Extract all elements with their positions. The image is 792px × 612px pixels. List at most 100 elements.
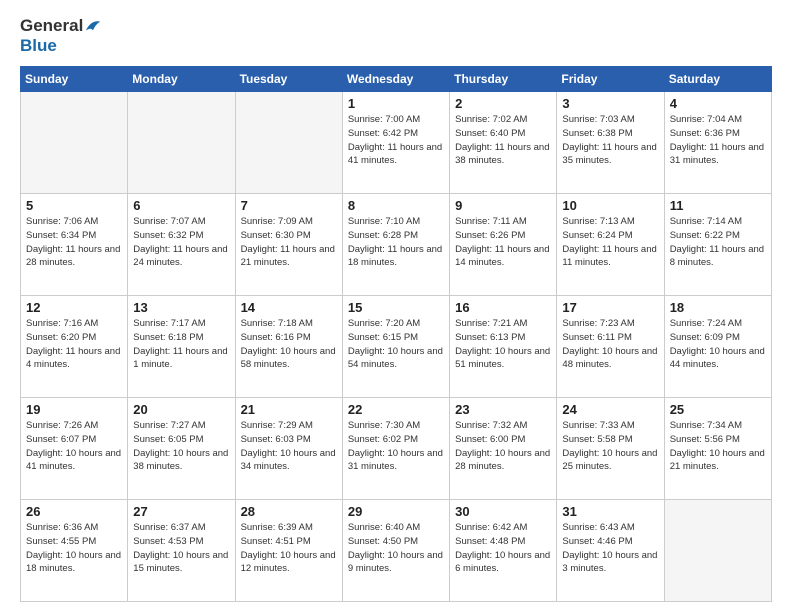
logo-blue-text: Blue bbox=[20, 36, 57, 55]
day-number: 28 bbox=[241, 504, 337, 519]
day-info: Sunrise: 7:21 AMSunset: 6:13 PMDaylight:… bbox=[455, 317, 551, 372]
day-number: 20 bbox=[133, 402, 229, 417]
day-number: 10 bbox=[562, 198, 658, 213]
day-number: 16 bbox=[455, 300, 551, 315]
day-number: 31 bbox=[562, 504, 658, 519]
calendar-header-row: SundayMondayTuesdayWednesdayThursdayFrid… bbox=[21, 67, 772, 92]
calendar-cell: 24Sunrise: 7:33 AMSunset: 5:58 PMDayligh… bbox=[557, 398, 664, 500]
weekday-header-monday: Monday bbox=[128, 67, 235, 92]
calendar-cell: 30 Sunrise: 6:42 AMSunset: 4:48 PMDayligh… bbox=[450, 500, 557, 602]
day-number: 9 bbox=[455, 198, 551, 213]
calendar-cell: 6 Sunrise: 7:07 AMSunset: 6:32 PMDaylight… bbox=[128, 194, 235, 296]
calendar-cell: 3 Sunrise: 7:03 AMSunset: 6:38 PMDaylight… bbox=[557, 92, 664, 194]
day-number: 15 bbox=[348, 300, 444, 315]
calendar-cell: 9 Sunrise: 7:11 AMSunset: 6:26 PMDaylight… bbox=[450, 194, 557, 296]
calendar-cell: 29 Sunrise: 6:40 AMSunset: 4:50 PMDayligh… bbox=[342, 500, 449, 602]
logo-bird-icon bbox=[84, 17, 102, 35]
day-number: 12 bbox=[26, 300, 122, 315]
day-info: Sunrise: 7:29 AMSunset: 6:03 PMDaylight:… bbox=[241, 419, 337, 474]
day-number: 25 bbox=[670, 402, 766, 417]
weekday-header-tuesday: Tuesday bbox=[235, 67, 342, 92]
day-number: 29 bbox=[348, 504, 444, 519]
day-info: Sunrise: 7:23 AMSunset: 6:11 PMDaylight:… bbox=[562, 317, 658, 372]
day-info: Sunrise: 7:30 AMSunset: 6:02 PMDaylight:… bbox=[348, 419, 444, 474]
day-info: Sunrise: 7:27 AMSunset: 6:05 PMDaylight:… bbox=[133, 419, 229, 474]
day-number: 6 bbox=[133, 198, 229, 213]
day-info: Sunrise: 7:26 AMSunset: 6:07 PMDaylight:… bbox=[26, 419, 122, 474]
day-number: 21 bbox=[241, 402, 337, 417]
weekday-header-wednesday: Wednesday bbox=[342, 67, 449, 92]
day-number: 17 bbox=[562, 300, 658, 315]
day-number: 4 bbox=[670, 96, 766, 111]
day-info: Sunrise: 7:14 AMSunset: 6:22 PMDaylight:… bbox=[670, 215, 766, 270]
calendar-cell: 4 Sunrise: 7:04 AMSunset: 6:36 PMDaylight… bbox=[664, 92, 771, 194]
day-info: Sunrise: 6:40 AMSunset: 4:50 PMDaylight:… bbox=[348, 521, 444, 576]
day-info: Sunrise: 7:02 AMSunset: 6:40 PMDaylight:… bbox=[455, 113, 551, 168]
calendar-cell: 20 Sunrise: 7:27 AMSunset: 6:05 PMDayligh… bbox=[128, 398, 235, 500]
calendar-cell: 25 Sunrise: 7:34 AMSunset: 5:56 PMDayligh… bbox=[664, 398, 771, 500]
day-info: Sunrise: 6:36 AMSunset: 4:55 PMDaylight:… bbox=[26, 521, 122, 576]
day-info: Sunrise: 7:18 AMSunset: 6:16 PMDaylight:… bbox=[241, 317, 337, 372]
weekday-header-sunday: Sunday bbox=[21, 67, 128, 92]
day-info: Sunrise: 7:07 AMSunset: 6:32 PMDaylight:… bbox=[133, 215, 229, 270]
day-number: 26 bbox=[26, 504, 122, 519]
calendar-cell: 11Sunrise: 7:14 AMSunset: 6:22 PMDayligh… bbox=[664, 194, 771, 296]
day-number: 18 bbox=[670, 300, 766, 315]
calendar-cell: 18 Sunrise: 7:24 AMSunset: 6:09 PMDayligh… bbox=[664, 296, 771, 398]
day-number: 5 bbox=[26, 198, 122, 213]
day-info: Sunrise: 7:06 AMSunset: 6:34 PMDaylight:… bbox=[26, 215, 122, 270]
week-row-5: 26 Sunrise: 6:36 AMSunset: 4:55 PMDayligh… bbox=[21, 500, 772, 602]
calendar-cell: 26 Sunrise: 6:36 AMSunset: 4:55 PMDayligh… bbox=[21, 500, 128, 602]
logo: General Blue bbox=[20, 16, 102, 56]
day-number: 22 bbox=[348, 402, 444, 417]
calendar-cell: 5 Sunrise: 7:06 AMSunset: 6:34 PMDaylight… bbox=[21, 194, 128, 296]
calendar-table: SundayMondayTuesdayWednesdayThursdayFrid… bbox=[20, 66, 772, 602]
day-number: 2 bbox=[455, 96, 551, 111]
day-info: Sunrise: 6:43 AMSunset: 4:46 PMDaylight:… bbox=[562, 521, 658, 576]
day-info: Sunrise: 6:42 AMSunset: 4:48 PMDaylight:… bbox=[455, 521, 551, 576]
day-info: Sunrise: 7:10 AMSunset: 6:28 PMDaylight:… bbox=[348, 215, 444, 270]
calendar-cell: 28Sunrise: 6:39 AMSunset: 4:51 PMDayligh… bbox=[235, 500, 342, 602]
day-info: Sunrise: 7:04 AMSunset: 6:36 PMDaylight:… bbox=[670, 113, 766, 168]
calendar-cell: 19 Sunrise: 7:26 AMSunset: 6:07 PMDayligh… bbox=[21, 398, 128, 500]
day-info: Sunrise: 7:03 AMSunset: 6:38 PMDaylight:… bbox=[562, 113, 658, 168]
calendar-cell: 10 Sunrise: 7:13 AMSunset: 6:24 PMDayligh… bbox=[557, 194, 664, 296]
page: General Blue SundayMondayTuesdayWednesda… bbox=[0, 0, 792, 612]
calendar-cell: 22 Sunrise: 7:30 AMSunset: 6:02 PMDayligh… bbox=[342, 398, 449, 500]
calendar-cell: 8Sunrise: 7:10 AMSunset: 6:28 PMDaylight… bbox=[342, 194, 449, 296]
week-row-1: 1Sunrise: 7:00 AMSunset: 6:42 PMDaylight… bbox=[21, 92, 772, 194]
day-number: 3 bbox=[562, 96, 658, 111]
calendar-cell: 27 Sunrise: 6:37 AMSunset: 4:53 PMDayligh… bbox=[128, 500, 235, 602]
logo-general-text: General bbox=[20, 16, 83, 36]
week-row-2: 5 Sunrise: 7:06 AMSunset: 6:34 PMDaylight… bbox=[21, 194, 772, 296]
weekday-header-friday: Friday bbox=[557, 67, 664, 92]
day-info: Sunrise: 7:13 AMSunset: 6:24 PMDaylight:… bbox=[562, 215, 658, 270]
calendar-cell: 23Sunrise: 7:32 AMSunset: 6:00 PMDayligh… bbox=[450, 398, 557, 500]
day-number: 19 bbox=[26, 402, 122, 417]
day-info: Sunrise: 7:24 AMSunset: 6:09 PMDaylight:… bbox=[670, 317, 766, 372]
calendar-cell: 7 Sunrise: 7:09 AMSunset: 6:30 PMDaylight… bbox=[235, 194, 342, 296]
day-info: Sunrise: 7:17 AMSunset: 6:18 PMDaylight:… bbox=[133, 317, 229, 372]
day-info: Sunrise: 7:00 AMSunset: 6:42 PMDaylight:… bbox=[348, 113, 444, 168]
day-number: 27 bbox=[133, 504, 229, 519]
day-number: 7 bbox=[241, 198, 337, 213]
calendar-cell: 16 Sunrise: 7:21 AMSunset: 6:13 PMDayligh… bbox=[450, 296, 557, 398]
calendar-cell: 13Sunrise: 7:17 AMSunset: 6:18 PMDayligh… bbox=[128, 296, 235, 398]
day-info: Sunrise: 7:09 AMSunset: 6:30 PMDaylight:… bbox=[241, 215, 337, 270]
calendar-cell: 2 Sunrise: 7:02 AMSunset: 6:40 PMDaylight… bbox=[450, 92, 557, 194]
day-number: 24 bbox=[562, 402, 658, 417]
day-info: Sunrise: 7:32 AMSunset: 6:00 PMDaylight:… bbox=[455, 419, 551, 474]
day-number: 30 bbox=[455, 504, 551, 519]
week-row-4: 19 Sunrise: 7:26 AMSunset: 6:07 PMDayligh… bbox=[21, 398, 772, 500]
header: General Blue bbox=[20, 16, 772, 56]
calendar-cell: 15Sunrise: 7:20 AMSunset: 6:15 PMDayligh… bbox=[342, 296, 449, 398]
day-info: Sunrise: 7:34 AMSunset: 5:56 PMDaylight:… bbox=[670, 419, 766, 474]
day-info: Sunrise: 6:37 AMSunset: 4:53 PMDaylight:… bbox=[133, 521, 229, 576]
calendar-cell bbox=[664, 500, 771, 602]
day-info: Sunrise: 7:11 AMSunset: 6:26 PMDaylight:… bbox=[455, 215, 551, 270]
day-number: 14 bbox=[241, 300, 337, 315]
calendar-cell: 31 Sunrise: 6:43 AMSunset: 4:46 PMDayligh… bbox=[557, 500, 664, 602]
calendar-cell: 14 Sunrise: 7:18 AMSunset: 6:16 PMDayligh… bbox=[235, 296, 342, 398]
calendar-cell: 12Sunrise: 7:16 AMSunset: 6:20 PMDayligh… bbox=[21, 296, 128, 398]
calendar-cell: 17 Sunrise: 7:23 AMSunset: 6:11 PMDayligh… bbox=[557, 296, 664, 398]
